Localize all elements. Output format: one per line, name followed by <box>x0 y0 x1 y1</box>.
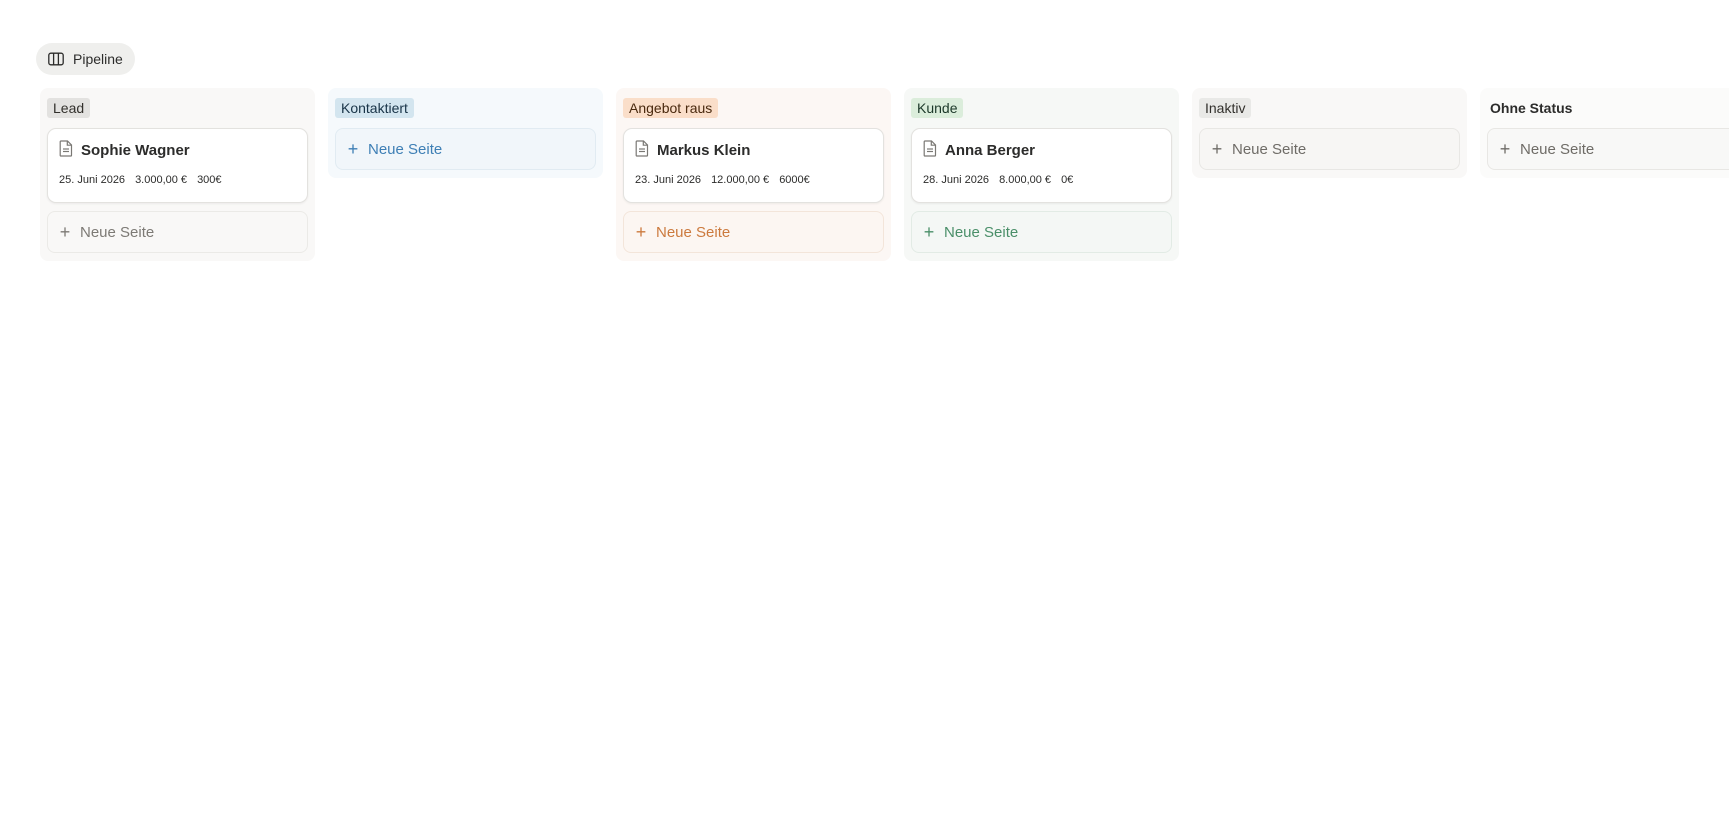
status-pill: Inaktiv <box>1199 98 1252 118</box>
card-amount: 12.000,00 € <box>711 174 770 186</box>
column-header: Kontaktiert <box>335 98 596 118</box>
new-page-label: Neue Seite <box>656 223 731 241</box>
new-page-label: Neue Seite <box>944 223 1019 241</box>
new-page-button[interactable]: + Neue Seite <box>1199 128 1460 170</box>
board-columns-icon <box>48 52 64 66</box>
board-column: Inaktiv + Neue Seite <box>1192 88 1467 178</box>
new-page-button[interactable]: + Neue Seite <box>335 128 596 170</box>
new-page-button[interactable]: + Neue Seite <box>1487 128 1729 170</box>
board-column: Angebot raus Markus Klein 23. Juni 2026 12.… <box>616 88 891 261</box>
card-date: 23. Juni 2026 <box>635 174 702 186</box>
card-title-row: Sophie Wagner <box>59 139 296 161</box>
column-header: Inaktiv <box>1199 98 1460 118</box>
plus-icon: + <box>347 139 359 159</box>
card-title-row: Markus Klein <box>635 139 872 161</box>
column-header: Lead <box>47 98 308 118</box>
card-amount: 3.000,00 € <box>135 174 188 186</box>
plus-icon: + <box>1211 139 1223 159</box>
board-column: Kunde Anna Berger 28. Juni 2026 8.000,00 € 0… <box>904 88 1179 261</box>
board-column: Ohne Status + Neue Seite <box>1480 88 1729 178</box>
card-title: Sophie Wagner <box>81 141 190 159</box>
board-card[interactable]: Sophie Wagner 25. Juni 2026 3.000,00 € 300€ <box>47 128 308 203</box>
status-pill: Kunde <box>911 98 964 118</box>
card-title: Anna Berger <box>945 141 1036 159</box>
status-pill: Kontaktiert <box>335 98 414 118</box>
card-properties: 25. Juni 2026 3.000,00 € 300€ <box>59 174 296 186</box>
plus-icon: + <box>635 222 647 242</box>
card-properties: 23. Juni 2026 12.000,00 € 6000€ <box>635 174 872 186</box>
plus-icon: + <box>59 222 71 242</box>
new-page-button[interactable]: + Neue Seite <box>623 211 884 253</box>
card-date: 28. Juni 2026 <box>923 174 990 186</box>
card-date: 25. Juni 2026 <box>59 174 126 186</box>
view-tab-pipeline[interactable]: Pipeline <box>36 43 135 75</box>
column-header: Kunde <box>911 98 1172 118</box>
new-page-label: Neue Seite <box>80 223 155 241</box>
card-commission: 300€ <box>197 174 222 186</box>
status-pill: Ohne Status <box>1490 100 1573 116</box>
new-page-label: Neue Seite <box>368 140 443 158</box>
board-card[interactable]: Anna Berger 28. Juni 2026 8.000,00 € 0€ <box>911 128 1172 203</box>
card-commission: 0€ <box>1061 174 1074 186</box>
document-icon <box>635 139 649 161</box>
board-card[interactable]: Markus Klein 23. Juni 2026 12.000,00 € 6000… <box>623 128 884 203</box>
new-page-label: Neue Seite <box>1520 140 1595 158</box>
board-column: Kontaktiert + Neue Seite <box>328 88 603 178</box>
status-pill: Angebot raus <box>623 98 719 118</box>
column-header: Angebot raus <box>623 98 884 118</box>
card-title-row: Anna Berger <box>923 139 1160 161</box>
card-amount: 8.000,00 € <box>999 174 1052 186</box>
card-title: Markus Klein <box>657 141 751 159</box>
new-page-button[interactable]: + Neue Seite <box>47 211 308 253</box>
card-properties: 28. Juni 2026 8.000,00 € 0€ <box>923 174 1160 186</box>
card-commission: 6000€ <box>779 174 810 186</box>
plus-icon: + <box>1499 139 1511 159</box>
new-page-label: Neue Seite <box>1232 140 1307 158</box>
document-icon <box>923 139 937 161</box>
plus-icon: + <box>923 222 935 242</box>
new-page-button[interactable]: + Neue Seite <box>911 211 1172 253</box>
column-header: Ohne Status <box>1487 98 1729 118</box>
document-icon <box>59 139 73 161</box>
kanban-board: Lead Sophie Wagner 25. Juni 2026 3.000,00 €… <box>40 88 1729 813</box>
view-tab-label: Pipeline <box>73 51 123 67</box>
status-pill: Lead <box>47 98 91 118</box>
board-column: Lead Sophie Wagner 25. Juni 2026 3.000,00 €… <box>40 88 315 261</box>
